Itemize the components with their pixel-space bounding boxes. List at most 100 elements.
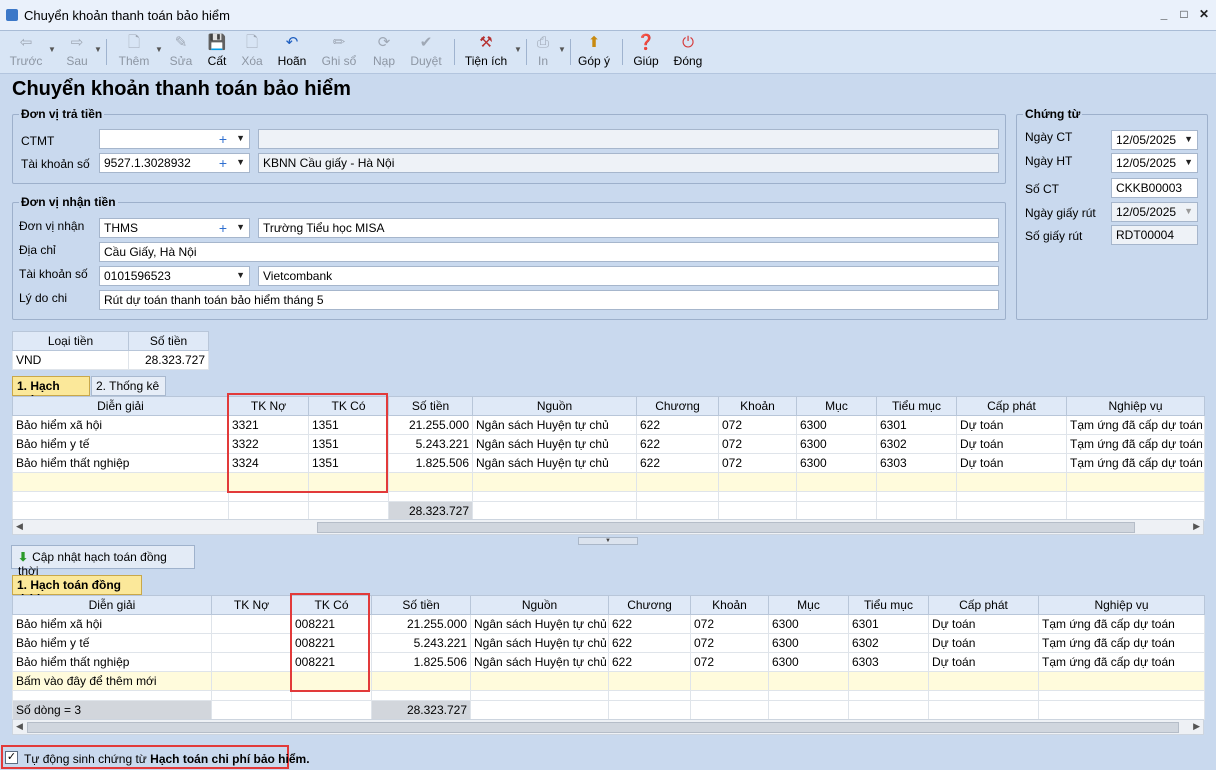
cell-operation[interactable]: Tạm ứng đã cấp dự toán	[1038, 652, 1205, 672]
cell-debit[interactable]	[211, 633, 292, 653]
approve-button[interactable]: ✔ Duyệt	[406, 33, 446, 73]
new-row[interactable]	[12, 472, 1205, 492]
cell-credit[interactable]: 1351	[308, 434, 389, 454]
edit-button[interactable]: ✎ Sửa	[166, 33, 196, 73]
cell-credit[interactable]	[291, 671, 372, 691]
chevron-down-icon[interactable]: ▼	[236, 157, 245, 167]
reason-field[interactable]: Rút dự toán thanh toán bảo hiểm tháng 5	[99, 290, 999, 310]
cell-debit[interactable]	[211, 614, 292, 634]
cell-amount[interactable]: 1.825.506	[388, 453, 473, 473]
cell-section[interactable]: 072	[718, 453, 797, 473]
ctmt-combo[interactable]: + ▼	[99, 129, 250, 149]
cell-amount[interactable]: 21.255.000	[388, 415, 473, 435]
tab-statistics[interactable]: 2. Thống kê	[91, 376, 166, 396]
col-header-section[interactable]: Khoản	[690, 595, 769, 615]
cell-subitem[interactable]: 6303	[876, 453, 957, 473]
cell-amount[interactable]	[388, 472, 473, 492]
table-row[interactable]: Bảo hiểm xã hội 008221 21.255.000 Ngân sách…	[12, 614, 1205, 634]
feedback-button[interactable]: ⬆ Góp ý	[576, 33, 612, 73]
col-header-chapter[interactable]: Chương	[608, 595, 691, 615]
scroll-left-icon[interactable]: ◀	[16, 721, 23, 732]
col-header-description[interactable]: Diễn giải	[12, 595, 212, 615]
col-header-item[interactable]: Mục	[796, 396, 877, 416]
cell-debit[interactable]: 3322	[228, 434, 309, 454]
utility-button[interactable]: ⚒ Tiện ích	[462, 33, 510, 73]
cell-amount[interactable]: 1.825.506	[371, 652, 471, 672]
cell-section[interactable]	[718, 472, 797, 492]
cell-section[interactable]: 072	[718, 434, 797, 454]
cell-item[interactable]	[796, 472, 877, 492]
cell-allocation[interactable]	[956, 472, 1067, 492]
cell-section[interactable]: 072	[690, 614, 769, 634]
cell-source[interactable]: Ngân sách Huyện tự chủ	[472, 453, 637, 473]
cell-description[interactable]: Bảo hiểm xã hội	[12, 415, 229, 435]
chevron-down-icon[interactable]: ▼	[1184, 134, 1193, 144]
cell-amount[interactable]: 21.255.000	[371, 614, 471, 634]
cell-debit[interactable]	[228, 472, 309, 492]
new-row[interactable]: Bấm vào đây để thêm mới	[12, 671, 1205, 691]
payer-account-combo[interactable]: 9527.1.3028932 + ▼	[99, 153, 250, 173]
cell-chapter[interactable]: 622	[636, 453, 719, 473]
table-row[interactable]: Bảo hiểm y tế 3322 1351 5.243.221 Ngân sách …	[12, 434, 1205, 454]
next-button[interactable]: ⇨ Sau	[60, 33, 94, 73]
cell-subitem[interactable]: 6303	[848, 652, 929, 672]
col-header-allocation[interactable]: Cấp phát	[956, 396, 1067, 416]
cell-allocation[interactable]: Dự toán	[956, 415, 1067, 435]
chevron-down-icon[interactable]: ▼	[514, 45, 522, 54]
cell-section[interactable]: 072	[718, 415, 797, 435]
cell-allocation[interactable]	[928, 671, 1039, 691]
cell-debit[interactable]: 3321	[228, 415, 309, 435]
maximize-icon[interactable]: □	[1178, 7, 1190, 21]
cell-subitem[interactable]: 6301	[876, 415, 957, 435]
cell-debit[interactable]	[211, 652, 292, 672]
col-header-debit[interactable]: TK Nợ	[228, 396, 309, 416]
col-header-debit[interactable]: TK Nợ	[211, 595, 292, 615]
col-header-source[interactable]: Nguồn	[472, 396, 637, 416]
cell-credit[interactable]	[308, 472, 389, 492]
cell-item[interactable]: 6300	[768, 633, 849, 653]
cell-source[interactable]: Ngân sách Huyện tự chủ	[472, 415, 637, 435]
table-row[interactable]: Bảo hiểm thất nghiệp 008221 1.825.506 Ngân …	[12, 652, 1205, 672]
table-row[interactable]: Bảo hiểm xã hội 3321 1351 21.255.000 Ngân sá…	[12, 415, 1205, 435]
chevron-down-icon[interactable]: ▼	[94, 45, 102, 54]
cell-operation[interactable]: Tạm ứng đã cấp dự toán	[1038, 633, 1205, 653]
cell-source[interactable]	[470, 671, 609, 691]
cell-allocation[interactable]: Dự toán	[956, 434, 1067, 454]
delete-button[interactable]: 🗋 Xóa	[236, 33, 268, 73]
chevron-down-icon[interactable]: ▼	[48, 45, 56, 54]
auto-generate-checkbox[interactable]: ✓	[5, 751, 18, 764]
cell-description[interactable]: Bảo hiểm xã hội	[12, 614, 212, 634]
cell-description[interactable]: Bảo hiểm y tế	[12, 633, 212, 653]
cell-source[interactable]: Ngân sách Huyện tự chủ	[470, 614, 609, 634]
cell-chapter[interactable]	[608, 671, 691, 691]
cell-item[interactable]: 6300	[768, 652, 849, 672]
undo-button[interactable]: ↶ Hoãn	[274, 33, 310, 73]
close-window-icon[interactable]: ✕	[1198, 7, 1210, 21]
cell-section[interactable]	[690, 671, 769, 691]
tab-accounting[interactable]: 1. Hạch toán	[12, 376, 90, 407]
print-button[interactable]: ⎙ In	[530, 33, 556, 73]
plus-icon[interactable]: +	[219, 155, 227, 171]
cell-description[interactable]: Bảo hiểm thất nghiệp	[12, 652, 212, 672]
col-header-subitem[interactable]: Tiểu mục	[876, 396, 957, 416]
cell-chapter[interactable]: 622	[636, 415, 719, 435]
col-header-operation[interactable]: Nghiệp vụ	[1038, 595, 1205, 615]
close-button[interactable]: ⏻ Đóng	[670, 33, 706, 73]
col-header-item[interactable]: Mục	[768, 595, 849, 615]
chevron-down-icon[interactable]: ▼	[558, 45, 566, 54]
cell-chapter[interactable]: 622	[636, 434, 719, 454]
cell-subitem[interactable]: 6302	[848, 633, 929, 653]
cell-amount[interactable]: 5.243.221	[388, 434, 473, 454]
cell-chapter[interactable]	[636, 472, 719, 492]
cell-amount[interactable]	[371, 671, 471, 691]
cell-operation[interactable]	[1066, 472, 1205, 492]
col-header-operation[interactable]: Nghiệp vụ	[1066, 396, 1205, 416]
payee-bank-field[interactable]: Vietcombank	[258, 266, 999, 286]
scroll-right-icon[interactable]: ▶	[1193, 521, 1200, 532]
cell-allocation[interactable]: Dự toán	[956, 453, 1067, 473]
col-header-chapter[interactable]: Chương	[636, 396, 719, 416]
currency-type[interactable]: VND	[12, 350, 129, 370]
chevron-down-icon[interactable]: ▼	[236, 133, 245, 143]
scroll-right-icon[interactable]: ▶	[1193, 721, 1200, 732]
accounting-grid-scrollbar[interactable]: ◀ ▶	[12, 519, 1204, 535]
